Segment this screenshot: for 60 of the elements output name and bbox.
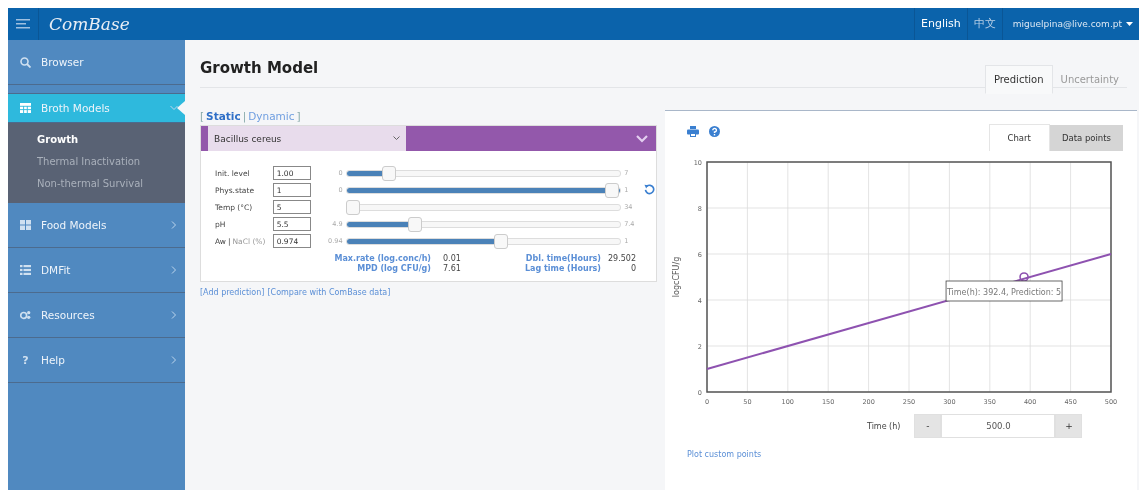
result-label: Lag time (Hours): [523, 264, 601, 273]
slider[interactable]: [345, 182, 622, 198]
print-icon[interactable]: [687, 125, 699, 137]
result-value: 0.01: [442, 254, 462, 263]
result-label: MPD (log CFU/g): [356, 264, 431, 273]
help-icon[interactable]: [709, 125, 720, 137]
decrement-button[interactable]: -: [914, 414, 942, 438]
slider-thumb[interactable]: [493, 233, 508, 249]
slider-thumb[interactable]: [407, 216, 422, 232]
tab[interactable]: Chart: [988, 124, 1050, 151]
tab[interactable]: Prediction: [984, 65, 1053, 94]
time-label: Time (h): [867, 421, 901, 431]
result-value: 0: [629, 264, 636, 273]
bracket: [: [200, 110, 205, 124]
slider[interactable]: [345, 199, 622, 215]
submenu-item[interactable]: Growth: [8, 129, 185, 151]
page-title: Growth Model: [200, 59, 320, 77]
chevron-down-icon[interactable]: [636, 134, 648, 143]
caret-icon[interactable]: [1126, 22, 1133, 26]
chevron-right-icon: [171, 221, 177, 229]
result-label: Max.rate (log.conc/h): [333, 254, 431, 263]
bracket: ]: [296, 110, 301, 124]
cogs-icon: [20, 310, 31, 320]
slider-thumb[interactable]: [345, 199, 360, 215]
search-icon: [20, 56, 31, 68]
organism-select[interactable]: Bacillus cereus: [208, 126, 406, 151]
point-marker[interactable]: [1019, 272, 1029, 282]
mode-link[interactable]: Static: [206, 110, 241, 125]
chevron-right-icon: [171, 266, 177, 274]
tooltip-text: Time(h): 392.4, Prediction: 5: [946, 287, 1062, 297]
result-label: Dbl. time(Hours): [524, 254, 601, 263]
increment-button[interactable]: +: [1055, 414, 1083, 438]
action-link[interactable]: [Compare with ComBase data]: [267, 288, 391, 297]
list-icon: [20, 265, 31, 275]
slider[interactable]: [345, 165, 622, 181]
submenu-item[interactable]: Non-thermal Survival: [8, 173, 185, 195]
time-input[interactable]: 500.0: [941, 414, 1056, 438]
slider-thumb[interactable]: [381, 165, 396, 181]
help-icon: ?: [20, 353, 31, 367]
table-icon: [20, 102, 31, 113]
logo[interactable]: ComBase: [49, 14, 130, 34]
slider[interactable]: [345, 216, 622, 232]
result-value: 7.61: [442, 264, 462, 273]
tiles-icon: [20, 220, 31, 230]
caret-icon: [393, 136, 400, 141]
reset-icon[interactable]: [644, 184, 656, 195]
separator: |: [242, 110, 247, 125]
slider-thumb[interactable]: [605, 182, 620, 198]
tab[interactable]: Uncertainty: [1052, 66, 1127, 93]
slider[interactable]: [345, 233, 622, 249]
result-value: 29.502: [607, 254, 636, 263]
chevron-right-icon: [171, 311, 177, 319]
tab[interactable]: Data points: [1049, 125, 1123, 151]
chevron-right-icon: [171, 356, 177, 364]
action-link[interactable]: [Add prediction]: [200, 288, 265, 297]
y-axis-label: logcCFU/g: [672, 256, 681, 298]
submenu-item[interactable]: Thermal Inactivation: [8, 151, 185, 173]
menu-icon[interactable]: [16, 19, 30, 29]
plot-custom-points-link[interactable]: Plot custom points: [687, 450, 1137, 459]
chevron-down-icon: [170, 104, 178, 111]
